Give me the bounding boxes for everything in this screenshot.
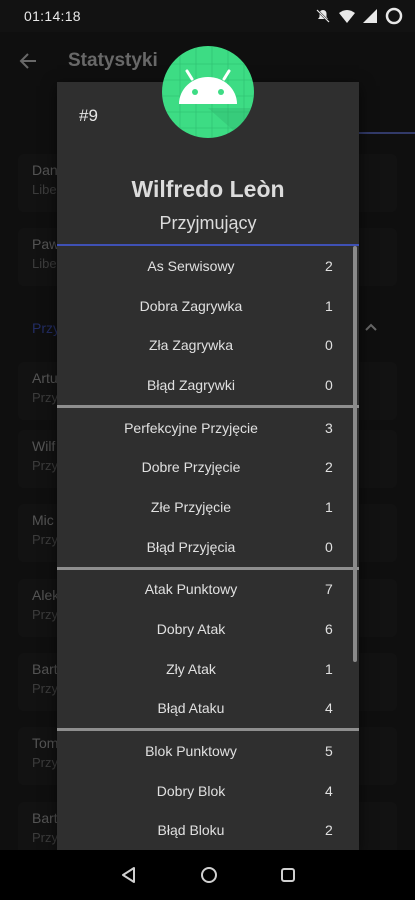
stat-label: Atak Punktowy [144, 581, 238, 598]
stat-value: 6 [325, 621, 333, 638]
stat-value: 1 [325, 498, 333, 515]
stat-row: Błąd Przyjęcia 0 [57, 527, 359, 567]
stat-value: 7 [325, 581, 333, 598]
recents-nav-icon[interactable] [280, 867, 296, 883]
stat-row: Błąd Bloku 2 [57, 811, 359, 850]
system-nav-bar [0, 850, 415, 900]
player-role: Przyjmujący [159, 213, 257, 233]
stat-value: 0 [325, 376, 333, 393]
status-time: 01:14:18 [24, 8, 81, 24]
scrollbar[interactable] [353, 246, 357, 662]
stat-value: 4 [325, 700, 333, 717]
stat-row: Zła Zagrywka 0 [57, 325, 359, 365]
player-stats-dialog: #9 Wilfredo Leòn Przyjmujący As Serwisow… [57, 82, 359, 850]
status-bar: 01:14:18 [0, 0, 415, 32]
stat-row: Dobry Blok 4 [57, 771, 359, 811]
stats-list[interactable]: As Serwisowy 2 Dobra Zagrywka 1 Zła Zagryw… [57, 246, 359, 850]
stat-value: 3 [325, 419, 333, 436]
stat-value: 2 [325, 459, 333, 476]
stat-row: Dobre Przyjęcie 2 [57, 447, 359, 487]
stat-row: Zły Atak 1 [57, 649, 359, 689]
android-icon [162, 46, 254, 138]
stat-value: 4 [325, 782, 333, 799]
stat-label: Zła Zagrywka [148, 337, 234, 354]
stat-row: Złe Przyjęcie 1 [57, 487, 359, 527]
back-nav-icon[interactable] [120, 866, 138, 884]
stat-label: Dobry Blok [156, 782, 226, 799]
stat-value: 1 [325, 660, 333, 677]
stat-label: Perfekcyjne Przyjęcie [124, 419, 258, 436]
stat-row: As Serwisowy 2 [57, 246, 359, 286]
stat-label: Dobry Atak [156, 621, 226, 638]
player-avatar [162, 46, 254, 138]
stat-label: Błąd Bloku [157, 822, 225, 839]
stat-row: Blok Punktowy 5 [57, 731, 359, 771]
wifi-icon [339, 10, 355, 23]
stat-value: 5 [325, 743, 333, 760]
stat-row: Dobry Atak 6 [57, 609, 359, 649]
stat-value: 2 [325, 822, 333, 839]
player-name-title: Wilfredo Leòn [131, 176, 285, 202]
stat-label: Błąd Przyjęcia [146, 538, 236, 555]
stat-row: Błąd Zagrywki 0 [57, 365, 359, 405]
battery-saver-icon [385, 7, 403, 25]
home-nav-icon[interactable] [200, 866, 218, 884]
stat-label: Błąd Ataku [157, 700, 225, 717]
player-number: #9 [79, 106, 98, 125]
stat-label: Zły Atak [166, 660, 216, 677]
stat-value: 1 [325, 297, 333, 314]
stat-row: Perfekcyjne Przyjęcie 3 [57, 408, 359, 448]
status-icons [315, 7, 403, 25]
stat-value: 0 [325, 337, 333, 354]
stat-label: Dobra Zagrywka [139, 297, 243, 314]
mute-icon [316, 9, 330, 23]
stat-label: As Serwisowy [147, 257, 235, 274]
signal-icon [363, 9, 377, 23]
stat-value: 0 [325, 538, 333, 555]
stat-row: Błąd Ataku 4 [57, 689, 359, 729]
stat-value: 2 [325, 257, 333, 274]
stat-label: Blok Punktowy [145, 743, 237, 760]
stat-row: Dobra Zagrywka 1 [57, 286, 359, 326]
stat-label: Błąd Zagrywki [147, 376, 235, 393]
stat-label: Złe Przyjęcie [150, 498, 232, 515]
stat-label: Dobre Przyjęcie [141, 459, 241, 476]
stat-row: Atak Punktowy 7 [57, 570, 359, 610]
